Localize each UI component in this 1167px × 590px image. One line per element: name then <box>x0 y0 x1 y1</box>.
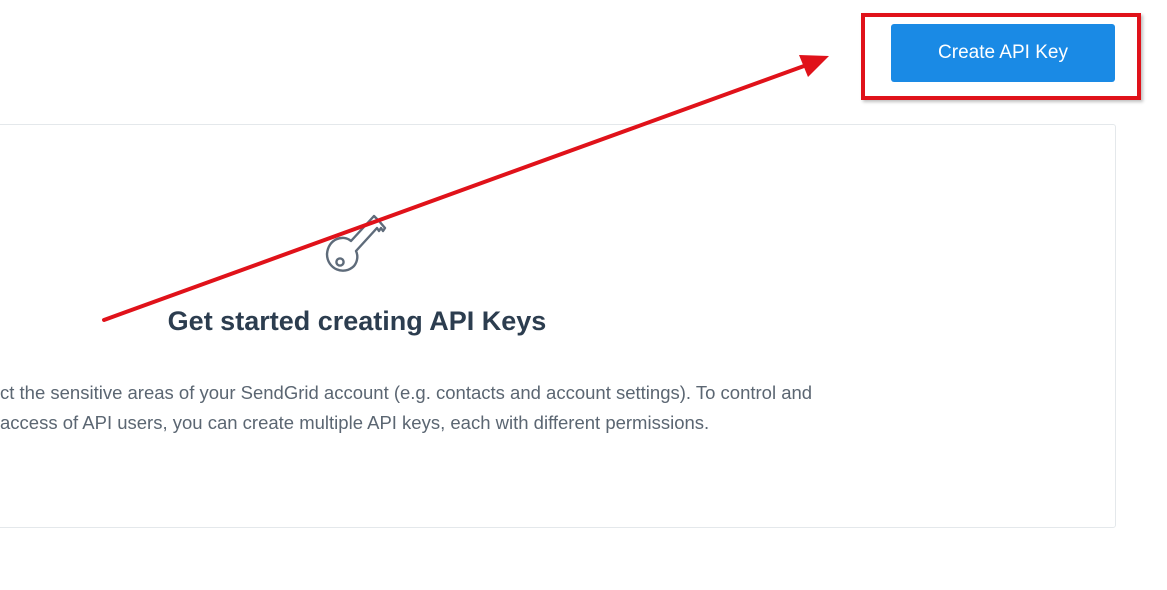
api-keys-page: Get started creating API Keys ct the sen… <box>0 0 1167 590</box>
annotation-highlight-box <box>861 13 1141 100</box>
empty-state-description: ct the sensitive areas of your SendGrid … <box>0 378 1000 438</box>
empty-state-title: Get started creating API Keys <box>167 306 547 336</box>
empty-state-description-line: access of API users, you can create mult… <box>0 412 710 433</box>
empty-state-description-line: ct the sensitive areas of your SendGrid … <box>0 382 813 403</box>
key-icon <box>325 214 387 272</box>
